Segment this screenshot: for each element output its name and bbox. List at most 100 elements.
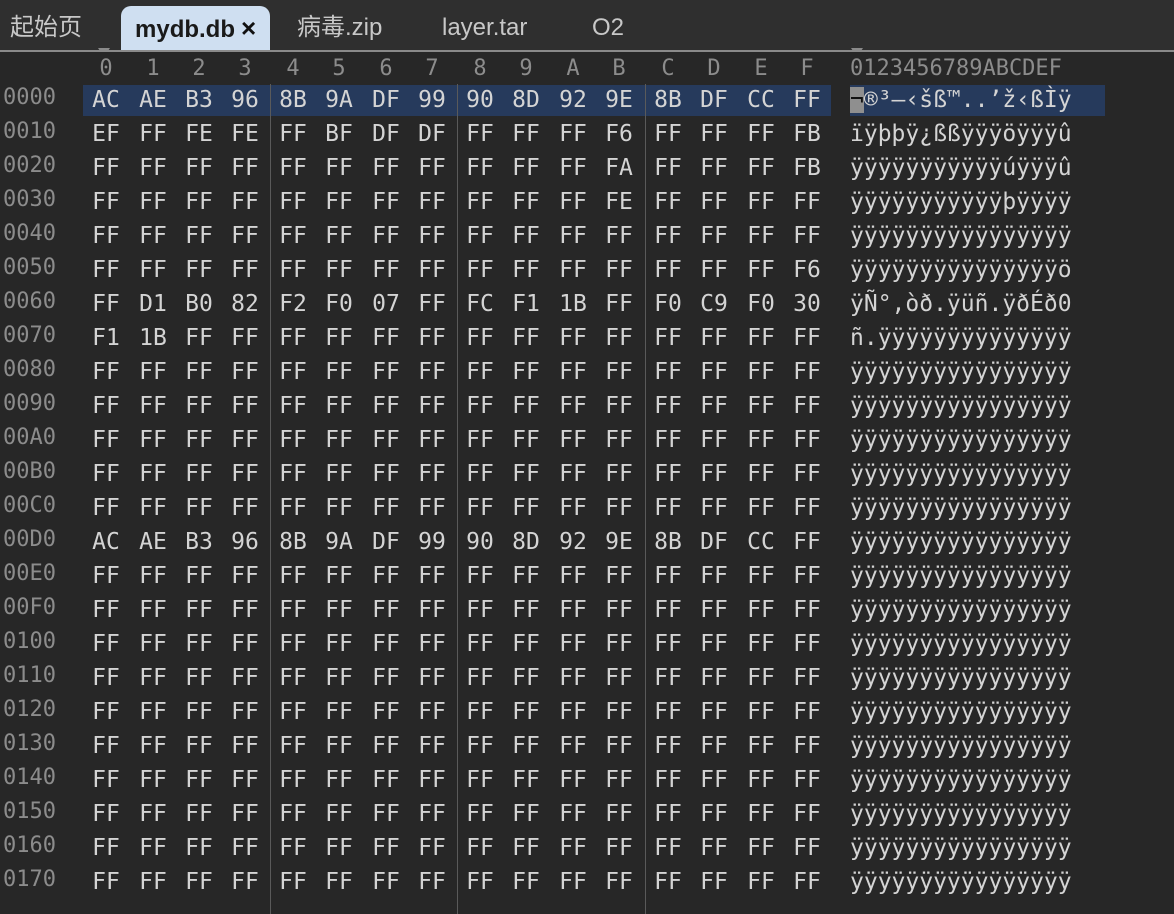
hex-byte-cell[interactable]: FF [738, 155, 784, 181]
hex-byte-cell[interactable]: FF [83, 257, 129, 283]
hex-byte-cell[interactable]: FF [596, 291, 642, 317]
hex-byte-cell[interactable]: FF [596, 631, 642, 657]
hex-byte-cell[interactable]: FF [550, 869, 596, 895]
hex-byte-cell[interactable]: FF [270, 393, 316, 419]
hex-byte-cell[interactable]: F0 [316, 291, 362, 317]
hex-byte-cell[interactable]: FF [130, 427, 176, 453]
hex-byte-cell[interactable]: 8B [645, 87, 691, 113]
hex-byte-cell[interactable]: FF [738, 665, 784, 691]
hex-byte-cell[interactable]: FF [222, 223, 268, 249]
hex-byte-cell[interactable]: FF [363, 597, 409, 623]
ascii-text[interactable]: ÿÿÿÿÿÿÿÿÿÿÿÿÿÿÿÿ [850, 461, 1072, 487]
hex-byte-cell[interactable]: FF [270, 359, 316, 385]
ascii-text[interactable]: ÿÿÿÿÿÿÿÿÿÿÿÿÿÿÿÿ [850, 495, 1072, 521]
hex-byte-cell[interactable]: FF [691, 393, 737, 419]
hex-byte-cell[interactable]: FF [316, 427, 362, 453]
hex-byte-cell[interactable]: FF [457, 699, 503, 725]
hex-byte-cell[interactable]: 99 [409, 529, 455, 555]
hex-byte-cell[interactable]: FF [691, 495, 737, 521]
hex-byte-cell[interactable]: FF [270, 155, 316, 181]
hex-byte-cell[interactable]: FF [316, 767, 362, 793]
hex-byte-cell[interactable]: FF [784, 631, 830, 657]
hex-byte-cell[interactable]: FF [645, 665, 691, 691]
hex-byte-cell[interactable]: FF [691, 869, 737, 895]
hex-byte-cell[interactable]: FF [503, 563, 549, 589]
hex-byte-cell[interactable]: 96 [222, 87, 268, 113]
hex-byte-cell[interactable]: FF [176, 461, 222, 487]
hex-byte-cell[interactable]: FF [130, 699, 176, 725]
hex-byte-cell[interactable]: FF [363, 869, 409, 895]
hex-byte-cell[interactable]: FF [176, 155, 222, 181]
ascii-text[interactable]: ÿÿÿÿÿÿÿÿÿÿÿþÿÿÿÿ [850, 189, 1072, 215]
hex-byte-cell[interactable]: FF [784, 325, 830, 351]
hex-byte-cell[interactable]: FF [176, 665, 222, 691]
hex-byte-cell[interactable]: FF [596, 563, 642, 589]
hex-byte-cell[interactable]: FF [409, 291, 455, 317]
hex-byte-cell[interactable]: 99 [409, 87, 455, 113]
hex-byte-cell[interactable]: FF [316, 835, 362, 861]
hex-byte-cell[interactable]: FF [457, 665, 503, 691]
hex-byte-cell[interactable]: FF [550, 189, 596, 215]
hex-byte-cell[interactable]: FF [130, 801, 176, 827]
hex-byte-cell[interactable]: FF [316, 461, 362, 487]
hex-byte-cell[interactable]: FF [176, 495, 222, 521]
hex-byte-cell[interactable]: FF [457, 359, 503, 385]
hex-byte-cell[interactable]: FF [550, 495, 596, 521]
hex-byte-cell[interactable]: FF [222, 665, 268, 691]
hex-byte-cell[interactable]: FF [83, 155, 129, 181]
hex-byte-cell[interactable]: FF [691, 733, 737, 759]
hex-byte-cell[interactable]: FF [645, 223, 691, 249]
hex-byte-cell[interactable]: FF [457, 189, 503, 215]
hex-byte-cell[interactable]: FF [316, 257, 362, 283]
hex-byte-cell[interactable]: 9A [316, 87, 362, 113]
hex-byte-cell[interactable]: FF [270, 563, 316, 589]
hex-byte-cell[interactable]: FF [596, 325, 642, 351]
hex-byte-cell[interactable]: FF [83, 631, 129, 657]
hex-byte-cell[interactable]: DF [363, 87, 409, 113]
hex-byte-cell[interactable]: 07 [363, 291, 409, 317]
hex-byte-cell[interactable]: 9A [316, 529, 362, 555]
hex-byte-cell[interactable]: FF [738, 461, 784, 487]
hex-byte-cell[interactable]: FF [222, 801, 268, 827]
hex-byte-cell[interactable]: FF [738, 121, 784, 147]
hex-byte-cell[interactable]: FF [503, 427, 549, 453]
hex-byte-cell[interactable]: FF [363, 393, 409, 419]
hex-byte-cell[interactable]: FF [691, 665, 737, 691]
hex-byte-cell[interactable]: 8B [270, 529, 316, 555]
hex-byte-cell[interactable]: FF [596, 767, 642, 793]
hex-byte-cell[interactable]: FF [503, 257, 549, 283]
hex-byte-cell[interactable]: FF [363, 563, 409, 589]
hex-byte-cell[interactable]: FF [222, 563, 268, 589]
hex-byte-cell[interactable]: FF [409, 427, 455, 453]
hex-byte-cell[interactable]: FF [130, 257, 176, 283]
hex-byte-cell[interactable]: 9E [596, 529, 642, 555]
hex-byte-cell[interactable]: FF [457, 393, 503, 419]
hex-byte-cell[interactable]: FF [270, 189, 316, 215]
hex-byte-cell[interactable]: FF [363, 699, 409, 725]
hex-byte-cell[interactable]: FF [130, 223, 176, 249]
hex-byte-cell[interactable]: FF [503, 733, 549, 759]
hex-byte-cell[interactable]: FB [784, 121, 830, 147]
hex-byte-cell[interactable]: FF [645, 393, 691, 419]
hex-byte-cell[interactable]: FF [503, 699, 549, 725]
hex-byte-cell[interactable]: FF [738, 801, 784, 827]
hex-byte-cell[interactable]: FF [550, 563, 596, 589]
ascii-text[interactable]: ñ.ÿÿÿÿÿÿÿÿÿÿÿÿÿÿ [850, 325, 1072, 351]
hex-byte-cell[interactable]: AE [130, 529, 176, 555]
hex-byte-cell[interactable]: FF [409, 597, 455, 623]
hex-byte-cell[interactable]: FF [176, 869, 222, 895]
hex-byte-cell[interactable]: FF [784, 563, 830, 589]
hex-byte-cell[interactable]: FF [457, 325, 503, 351]
hex-byte-cell[interactable]: FF [503, 801, 549, 827]
hex-byte-cell[interactable]: FF [363, 461, 409, 487]
hex-byte-cell[interactable]: 30 [784, 291, 830, 317]
hex-byte-cell[interactable]: CC [738, 529, 784, 555]
ascii-text[interactable]: ¬®³–‹šß™..’ž‹ßÌÿ [850, 87, 1072, 113]
hex-byte-cell[interactable]: AE [130, 87, 176, 113]
hex-byte-cell[interactable]: CC [738, 87, 784, 113]
hex-byte-cell[interactable]: FF [270, 767, 316, 793]
hex-byte-cell[interactable]: FF [363, 767, 409, 793]
hex-byte-cell[interactable]: 1B [550, 291, 596, 317]
ascii-text[interactable]: ïÿþþÿ¿ßßÿÿÿöÿÿÿû [850, 121, 1072, 147]
hex-byte-cell[interactable]: FE [222, 121, 268, 147]
